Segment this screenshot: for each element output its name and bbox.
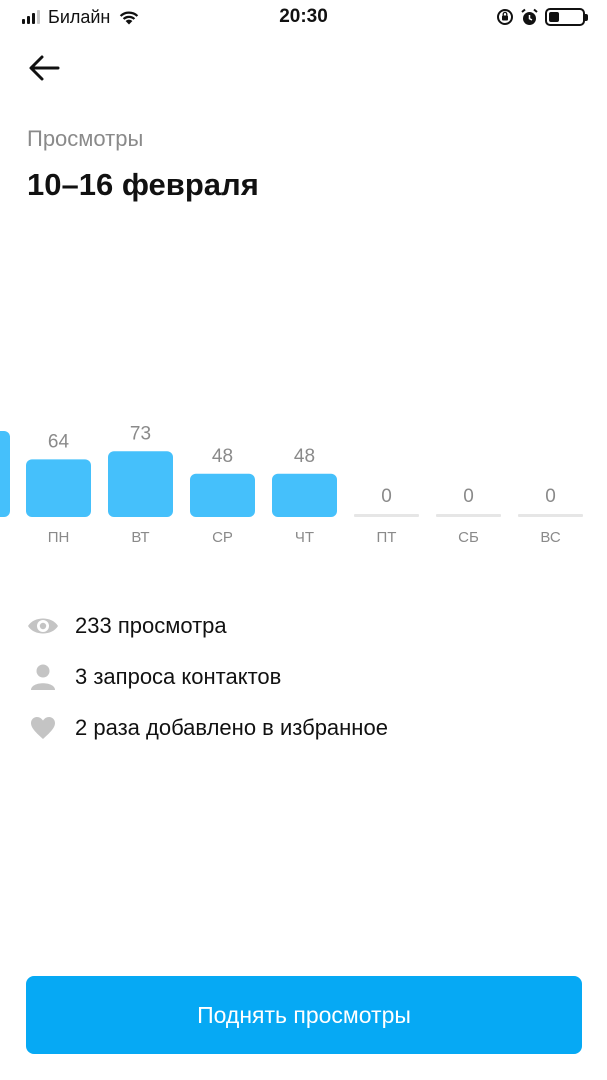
battery-level-fill (549, 12, 559, 22)
chart-bar-previous-partial (0, 431, 10, 517)
stat-text: 3 запроса контактов (75, 663, 282, 689)
status-right (496, 8, 588, 27)
chart-bar-2[interactable] (108, 451, 173, 517)
chart-category-label: ПН (48, 529, 70, 546)
chart-bar-6[interactable] (436, 514, 501, 517)
screen: Билайн 20:30 Просмотры 10–16 февраля 64 … (0, 0, 607, 1080)
eye-icon (27, 610, 59, 642)
signal-icon (22, 10, 40, 24)
chart-value-label: 73 (130, 423, 151, 444)
chart-value-label: 48 (294, 446, 315, 467)
chart-value-label: 0 (381, 486, 392, 507)
chart-category-label: ВС (540, 529, 561, 546)
page-subtitle: Просмотры (27, 126, 144, 151)
boost-views-button[interactable]: Поднять просмотры (26, 976, 582, 1054)
chart-category-label: СР (212, 529, 233, 546)
views-bar-chart: 64 ПН 73 ВТ 48 СР 48 ЧТ 0 ПТ 0 СБ 0 ВС (0, 423, 583, 546)
arrow-left-icon (29, 55, 60, 81)
heart-icon (27, 712, 59, 744)
chart-category-label: ВТ (131, 529, 149, 546)
chart-bar-7[interactable] (518, 514, 583, 517)
stat-text: 2 раза добавлено в избранное (75, 714, 388, 740)
wifi-icon (120, 11, 139, 25)
person-icon (27, 661, 59, 693)
stat-text: 233 просмотра (75, 612, 227, 638)
status-bar: Билайн 20:30 (0, 0, 607, 34)
chart-bar-4[interactable] (272, 473, 337, 517)
chart-category-label: ПТ (377, 529, 397, 546)
stat-row: 3 запроса контактов (27, 651, 388, 702)
chart-bar-1[interactable] (26, 459, 91, 517)
page-title: 10–16 февраля (27, 167, 259, 202)
chart-category-label: ЧТ (295, 529, 314, 546)
alarm-icon (521, 8, 538, 25)
orientation-lock-icon (497, 9, 513, 25)
carrier-name: Билайн (48, 6, 111, 27)
chart-bar-5[interactable] (354, 514, 419, 517)
back-button[interactable] (24, 50, 64, 86)
stats-list: 233 просмотра 3 запроса контактов 2 раза д… (27, 600, 388, 753)
chart-category-label: СБ (458, 529, 479, 546)
stat-row: 233 просмотра (27, 600, 388, 651)
chart-value-label: 48 (212, 446, 233, 467)
chart-value-label: 64 (48, 431, 70, 452)
stat-row: 2 раза добавлено в избранное (27, 702, 388, 753)
battery-icon (545, 8, 588, 26)
chart-value-label: 0 (463, 486, 474, 507)
chart-value-label: 0 (545, 486, 556, 507)
status-left: Билайн (22, 7, 140, 28)
chart-bar-3[interactable] (190, 473, 255, 517)
